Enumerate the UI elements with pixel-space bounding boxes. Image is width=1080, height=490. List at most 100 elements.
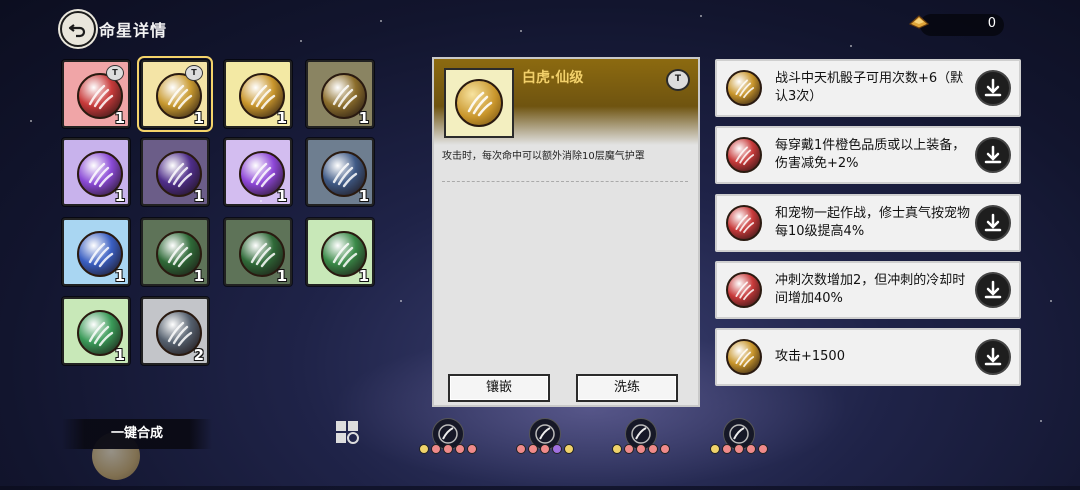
back-arrow-icon bbox=[68, 24, 86, 38]
constellation-cell[interactable]: 1 bbox=[224, 218, 292, 286]
constellation-cell[interactable]: 1 bbox=[141, 138, 209, 206]
quality-dot bbox=[516, 444, 526, 454]
unequip-button[interactable] bbox=[975, 205, 1011, 241]
gem-count: 2 bbox=[193, 346, 204, 364]
gem-count: 1 bbox=[358, 267, 369, 285]
download-arrow-icon bbox=[984, 78, 1002, 97]
effect-row: 每穿戴1件橙色品质或以上装备，伤害减免+2% bbox=[715, 126, 1021, 184]
refine-button[interactable]: 洗练 bbox=[576, 374, 678, 402]
constellation-cell[interactable]: T1 bbox=[137, 56, 213, 132]
quality-dot bbox=[758, 444, 768, 454]
quality-dot bbox=[612, 444, 622, 454]
star-decoration bbox=[400, 300, 402, 302]
gem-count: 1 bbox=[193, 109, 204, 127]
constellation-cell[interactable]: 1 bbox=[62, 218, 130, 286]
quality-dot bbox=[564, 444, 574, 454]
effect-row: 和宠物一起作战，修士真气按宠物每10级提高4% bbox=[715, 194, 1021, 252]
quality-dot bbox=[734, 444, 744, 454]
quality-dot bbox=[443, 444, 453, 454]
quality-dot bbox=[648, 444, 658, 454]
quality-dot bbox=[467, 444, 477, 454]
quality-dot bbox=[660, 444, 670, 454]
page-title: 命星详情 bbox=[99, 21, 168, 40]
unequip-button[interactable] bbox=[975, 272, 1011, 308]
back-button[interactable] bbox=[60, 11, 96, 47]
effect-text: 攻击+1500 bbox=[775, 349, 845, 364]
effect-row: 战斗中天机骰子可用次数+6（默认3次） bbox=[715, 59, 1021, 117]
quality-dots bbox=[516, 444, 574, 454]
constellation-description: 攻击时，每次命中可以额外消除10层魔气护罩 bbox=[442, 151, 645, 162]
gem-count: 1 bbox=[114, 187, 125, 205]
gem-count: 1 bbox=[114, 109, 125, 127]
star-decoration bbox=[700, 15, 702, 17]
quality-dots bbox=[710, 444, 768, 454]
constellation-cell[interactable]: T1 bbox=[62, 60, 130, 128]
gem-count: 1 bbox=[114, 267, 125, 285]
quality-dot bbox=[419, 444, 429, 454]
grid-filter-icon[interactable] bbox=[333, 418, 363, 448]
divider bbox=[442, 181, 688, 182]
constellation-cell[interactable]: 1 bbox=[141, 218, 209, 286]
constellation-cell[interactable]: 1 bbox=[306, 138, 374, 206]
quality-dot bbox=[552, 444, 562, 454]
constellation-cell[interactable]: 1 bbox=[224, 60, 292, 128]
download-arrow-icon bbox=[984, 213, 1002, 232]
effect-text: 和宠物一起作战，修士真气按宠物每10级提高4% bbox=[775, 206, 971, 239]
quality-dot bbox=[431, 444, 441, 454]
quality-dot bbox=[528, 444, 538, 454]
download-arrow-icon bbox=[984, 145, 1002, 164]
currency-value: 0 bbox=[987, 16, 996, 31]
constellation-cell[interactable]: 2 bbox=[141, 297, 209, 365]
inlay-button[interactable]: 镶嵌 bbox=[448, 374, 550, 402]
quality-dot bbox=[722, 444, 732, 454]
claw-gem-icon bbox=[726, 272, 762, 308]
star-decoration bbox=[850, 45, 852, 47]
download-arrow-icon bbox=[984, 280, 1002, 299]
quality-dot bbox=[636, 444, 646, 454]
gem-count: 1 bbox=[358, 109, 369, 127]
quality-dot bbox=[746, 444, 756, 454]
one-click-merge-button[interactable]: 一键合成 bbox=[62, 419, 212, 449]
effect-text: 冲刺次数增加2，但冲刺的冷却时间增加40% bbox=[775, 273, 966, 306]
quality-dots bbox=[612, 444, 670, 454]
quality-dot bbox=[540, 444, 550, 454]
star-decoration bbox=[380, 20, 382, 22]
star-decoration bbox=[260, 200, 262, 202]
claw-gem-icon bbox=[726, 205, 762, 241]
quality-dot bbox=[710, 444, 720, 454]
detail-gem-frame bbox=[444, 68, 514, 138]
constellation-cell[interactable]: 1 bbox=[62, 297, 130, 365]
effect-row: 冲刺次数增加2，但冲刺的冷却时间增加40% bbox=[715, 261, 1021, 319]
gem-count: 1 bbox=[114, 346, 125, 364]
unequip-button[interactable] bbox=[975, 339, 1011, 375]
gem-count: 1 bbox=[276, 187, 287, 205]
lock-icon[interactable]: T bbox=[666, 69, 690, 91]
constellation-cell[interactable]: 1 bbox=[62, 138, 130, 206]
gold-ingot-icon bbox=[908, 15, 930, 29]
claw-gem-icon bbox=[726, 339, 762, 375]
gem-count: 1 bbox=[276, 109, 287, 127]
claw-gem-icon bbox=[455, 79, 503, 127]
star-decoration bbox=[30, 120, 32, 122]
effect-text: 每穿戴1件橙色品质或以上装备，伤害减免+2% bbox=[775, 138, 966, 171]
effect-row: 攻击+1500 bbox=[715, 328, 1021, 386]
quality-dot bbox=[624, 444, 634, 454]
effect-text: 战斗中天机骰子可用次数+6（默认3次） bbox=[775, 71, 964, 104]
quality-dots bbox=[419, 444, 477, 454]
star-decoration bbox=[1040, 420, 1042, 422]
star-decoration bbox=[520, 30, 522, 32]
constellation-cell[interactable]: 1 bbox=[306, 60, 374, 128]
constellation-name: 白虎·仙级 bbox=[522, 70, 584, 86]
lock-icon: T bbox=[106, 65, 124, 81]
constellation-cell[interactable]: 1 bbox=[224, 138, 292, 206]
detail-panel: 白虎·仙级 T 攻击时，每次命中可以额外消除10层魔气护罩 镶嵌 洗练 bbox=[432, 57, 700, 407]
lock-icon: T bbox=[185, 65, 203, 81]
unequip-button[interactable] bbox=[975, 70, 1011, 106]
star-decoration bbox=[300, 40, 302, 42]
unequip-button[interactable] bbox=[975, 137, 1011, 173]
gem-count: 1 bbox=[276, 267, 287, 285]
constellation-cell[interactable]: 1 bbox=[306, 218, 374, 286]
star-decoration bbox=[1050, 300, 1052, 302]
gem-count: 1 bbox=[193, 267, 204, 285]
download-arrow-icon bbox=[984, 347, 1002, 366]
